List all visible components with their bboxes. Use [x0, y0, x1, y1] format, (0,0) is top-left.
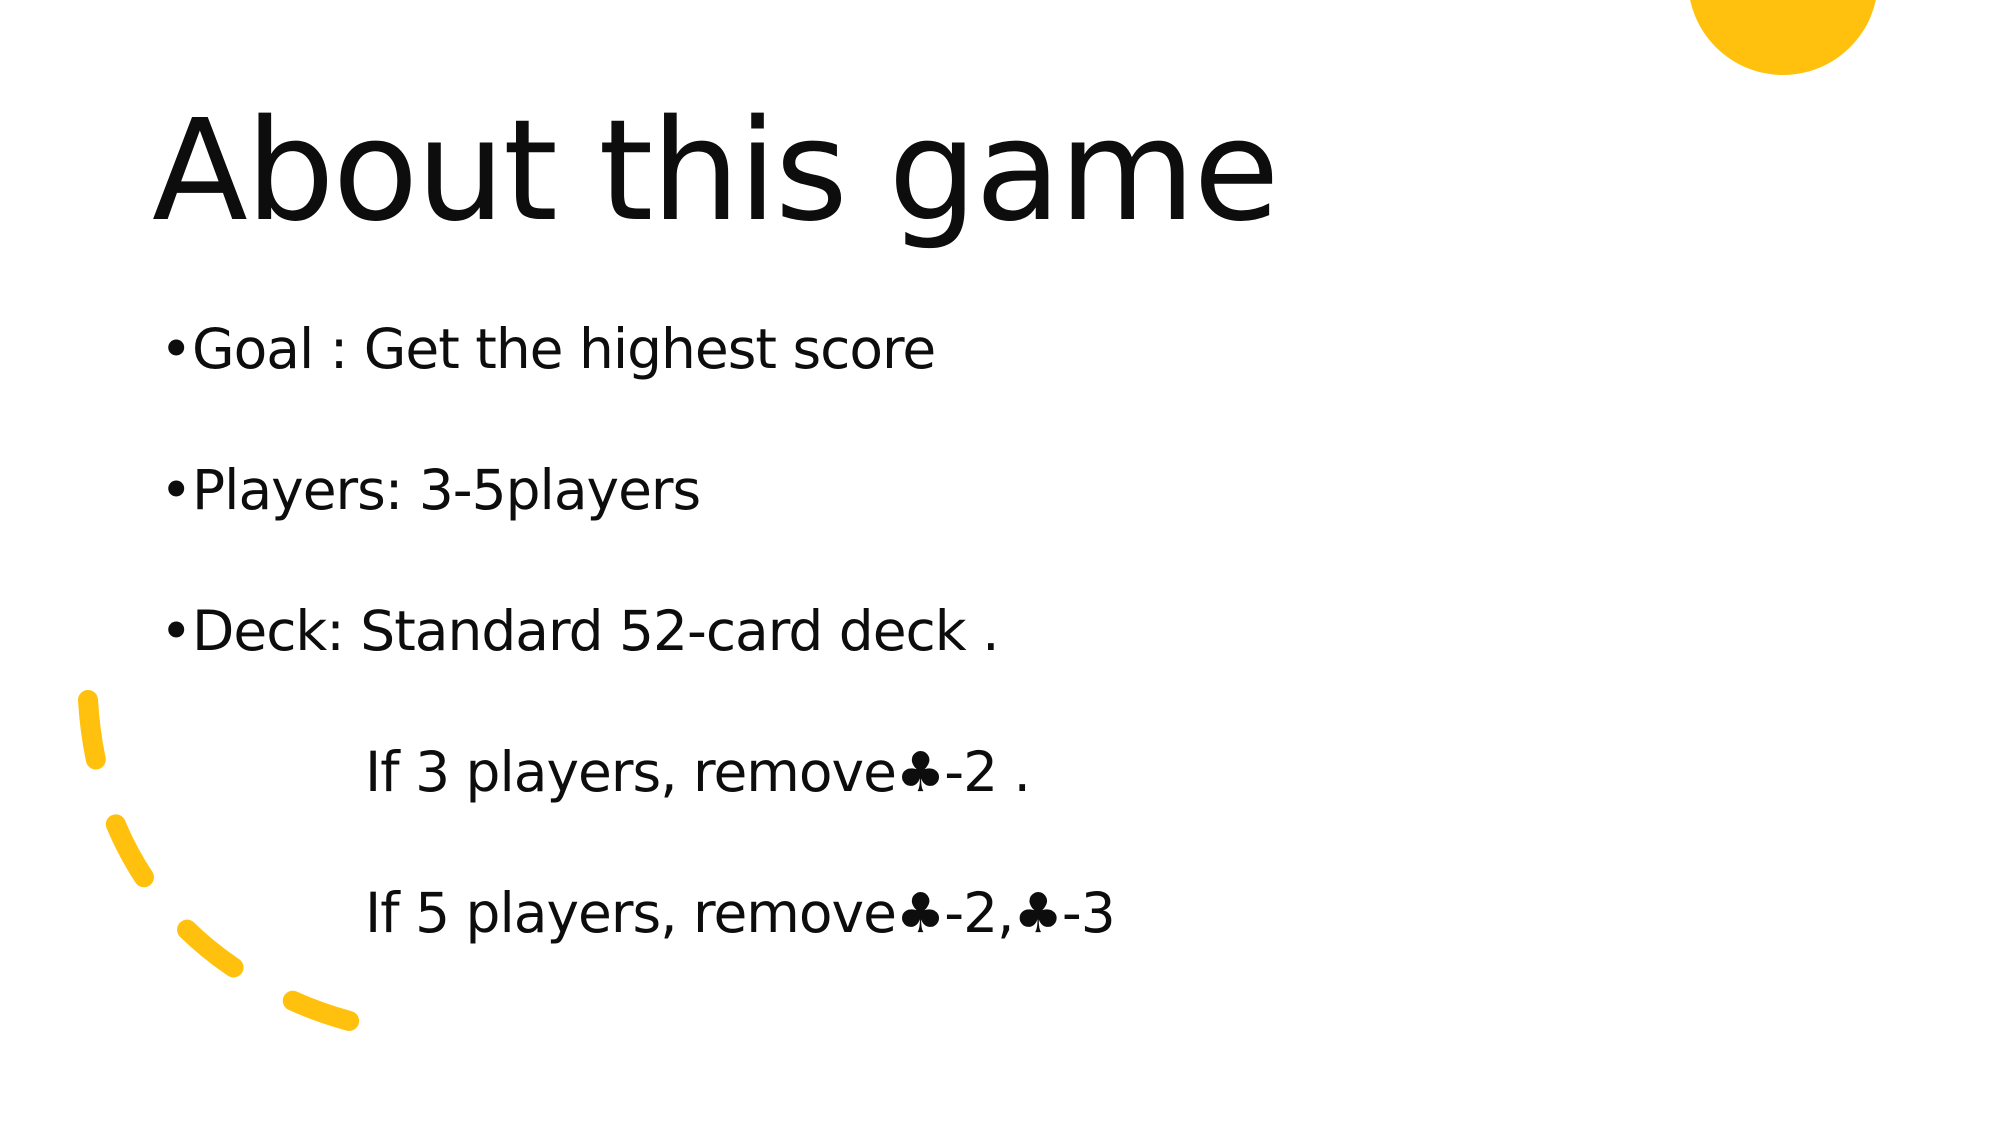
bullet-deck: •Deck: Standard 52-card deck . — [160, 594, 1115, 735]
bullet-marker: • — [160, 458, 192, 522]
sub-line-5-players: If 5 players, remove♣-2,♣-3 — [365, 881, 1116, 945]
slide: About this game •Goal : Get the highest … — [0, 0, 2000, 1125]
bullet-list: •Goal : Get the highest score •Players: … — [160, 312, 1116, 1017]
bullet-text: Deck: Standard 52-card deck . — [192, 599, 1000, 663]
bullet-marker: • — [160, 317, 192, 381]
slide-title: About this game — [152, 90, 1280, 253]
bullet-players: •Players: 3-5players — [160, 453, 1115, 594]
bullet-marker: • — [160, 599, 192, 663]
decorative-yellow-circle — [1688, 0, 1878, 75]
bullet-text: Players: 3-5players — [192, 458, 701, 522]
bullet-text: Goal : Get the highest score — [192, 317, 936, 381]
sub-line-3-players: If 3 players, remove♣-2 . — [365, 740, 1031, 804]
bullet-goal: •Goal : Get the highest score — [160, 312, 1115, 453]
